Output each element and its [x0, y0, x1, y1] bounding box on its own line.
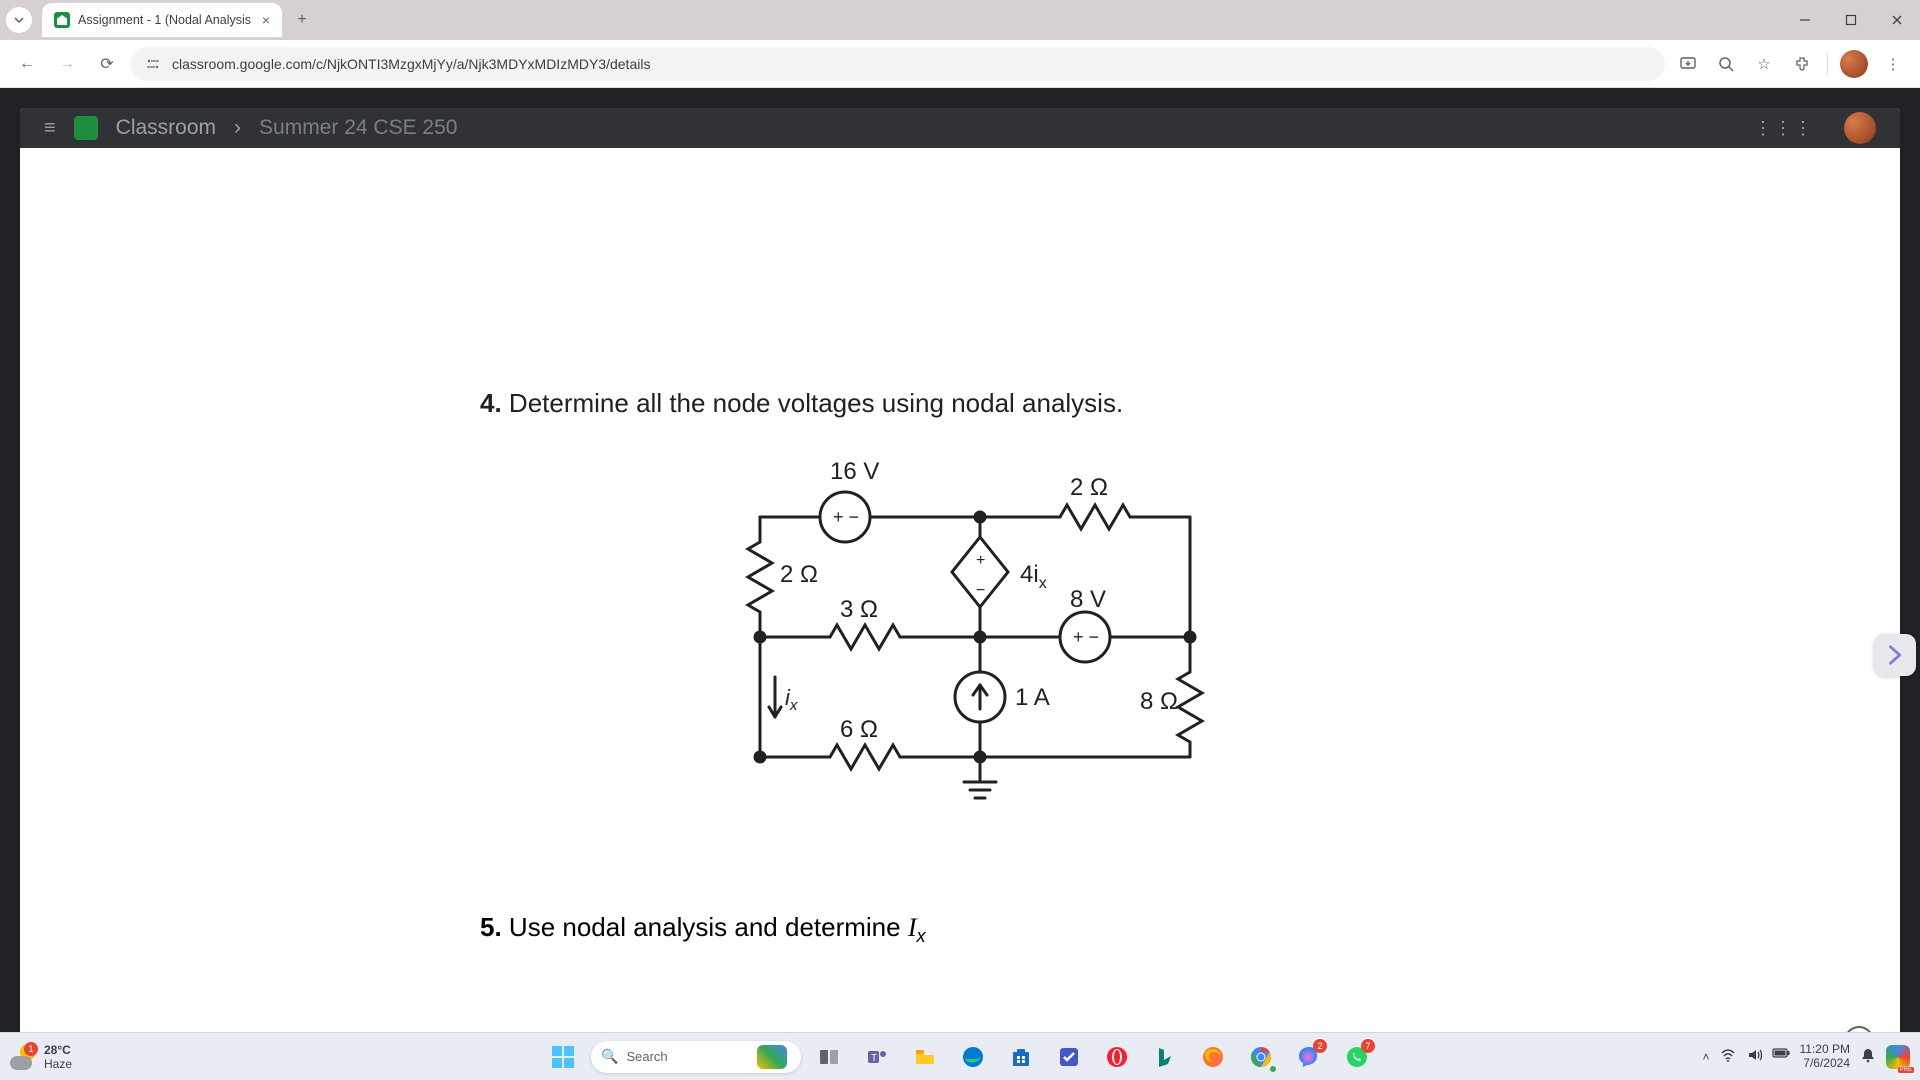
classroom-brand[interactable]: Classroom — [116, 116, 216, 140]
new-tab-button[interactable]: + — [288, 6, 316, 34]
circuit-diagram-q4: + − 16 V 2 Ω — [720, 447, 1440, 872]
search-placeholder: Search — [626, 1049, 667, 1064]
breadcrumb-sep: › — [234, 116, 241, 140]
svg-text:+: + — [976, 552, 985, 569]
account-avatar[interactable] — [1844, 112, 1876, 144]
messenger-icon[interactable]: 2 — [1289, 1037, 1329, 1077]
address-bar[interactable]: classroom.google.com/c/NjkONTI3MzgxMjYy/… — [130, 47, 1665, 81]
back-button[interactable]: ← — [10, 47, 44, 81]
side-panel-button[interactable] — [1874, 634, 1916, 676]
opera-icon[interactable] — [1097, 1037, 1137, 1077]
browser-toolbar: ← → ⟳ classroom.google.com/c/NjkONTI3Mzg… — [0, 40, 1920, 88]
svg-text:ix: ix — [785, 685, 798, 714]
minimize-button[interactable] — [1782, 0, 1828, 40]
tray-chevron-icon[interactable]: ˄ — [1703, 1050, 1710, 1064]
todo-icon[interactable] — [1049, 1037, 1089, 1077]
weather-icon: 1 — [10, 1044, 36, 1070]
taskbar-search[interactable]: 🔍 Search — [591, 1041, 801, 1073]
ms-store-icon[interactable] — [1001, 1037, 1041, 1077]
install-app-icon[interactable] — [1671, 47, 1705, 81]
bookmark-icon[interactable]: ☆ — [1747, 47, 1781, 81]
classroom-favicon — [54, 12, 70, 28]
search-icon: 🔍 — [601, 1048, 618, 1065]
edge-icon[interactable] — [953, 1037, 993, 1077]
notifications-icon[interactable] — [1860, 1047, 1876, 1066]
system-tray: ˄ 11:20 PM 7/6/2024 — [1703, 1043, 1911, 1071]
reload-button[interactable]: ⟳ — [90, 47, 124, 81]
svg-text:16 V: 16 V — [830, 458, 879, 485]
volume-icon[interactable] — [1746, 1047, 1762, 1066]
svg-text:−: − — [976, 582, 985, 599]
taskbar-weather[interactable]: 1 28°C Haze — [10, 1043, 72, 1071]
svg-text:2 Ω: 2 Ω — [1070, 474, 1108, 501]
svg-text:8 Ω: 8 Ω — [1140, 688, 1178, 715]
classroom-logo-icon — [74, 116, 98, 140]
classroom-header: ≡ Classroom › Summer 24 CSE 250 ⋮⋮⋮ — [20, 108, 1900, 148]
file-explorer-icon[interactable] — [905, 1037, 945, 1077]
tab-title: Assignment - 1 (Nodal Analysis — [78, 13, 251, 27]
tab-search-button[interactable] — [6, 7, 32, 33]
bing-icon[interactable] — [1145, 1037, 1185, 1077]
windows-taskbar: 1 28°C Haze 🔍 Search T 2 7 ˄ — [0, 1032, 1920, 1080]
svg-text:1 A: 1 A — [1015, 684, 1050, 711]
chrome-icon[interactable] — [1241, 1037, 1281, 1077]
zoom-icon[interactable] — [1709, 47, 1743, 81]
browser-tab[interactable]: Assignment - 1 (Nodal Analysis × — [42, 3, 282, 37]
start-button[interactable] — [543, 1037, 583, 1077]
tab-strip: Assignment - 1 (Nodal Analysis × + — [0, 0, 1920, 40]
maximize-button[interactable] — [1828, 0, 1874, 40]
firefox-icon[interactable] — [1193, 1037, 1233, 1077]
whatsapp-icon[interactable]: 7 — [1337, 1037, 1377, 1077]
page-viewport: ≡ Classroom › Summer 24 CSE 250 ⋮⋮⋮ 4. D… — [0, 88, 1920, 1080]
close-window-button[interactable] — [1874, 0, 1920, 40]
menu-icon[interactable]: ≡ — [44, 117, 56, 140]
taskbar-clock[interactable]: 11:20 PM 7/6/2024 — [1800, 1043, 1850, 1071]
window-controls — [1782, 0, 1920, 40]
wifi-icon[interactable] — [1720, 1047, 1736, 1066]
profile-avatar[interactable] — [1840, 50, 1868, 78]
question-5: 5. Use nodal analysis and determine Ix — [480, 912, 1440, 947]
svg-text:4ix: 4ix — [1020, 561, 1047, 592]
assignment-document[interactable]: 4. Determine all the node voltages using… — [20, 148, 1900, 1080]
teams-icon[interactable]: T — [857, 1037, 897, 1077]
site-settings-icon[interactable] — [144, 55, 162, 73]
course-name[interactable]: Summer 24 CSE 250 — [259, 116, 457, 140]
question-4: 4. Determine all the node voltages using… — [480, 388, 1440, 419]
chrome-menu-button[interactable]: ⋮ — [1876, 47, 1910, 81]
search-highlight-icon — [757, 1045, 787, 1069]
svg-text:8 V: 8 V — [1070, 586, 1106, 613]
copilot-icon[interactable] — [1886, 1045, 1910, 1069]
extensions-icon[interactable] — [1785, 47, 1819, 81]
svg-text:+ −: + − — [833, 507, 859, 527]
task-view-button[interactable] — [809, 1037, 849, 1077]
weather-desc: Haze — [44, 1057, 72, 1071]
svg-text:6 Ω: 6 Ω — [840, 716, 878, 743]
battery-icon[interactable] — [1772, 1047, 1790, 1066]
svg-text:3 Ω: 3 Ω — [840, 596, 878, 623]
google-apps-icon[interactable]: ⋮⋮⋮ — [1754, 118, 1814, 139]
tab-close-button[interactable]: × — [262, 12, 270, 28]
url-text: classroom.google.com/c/NjkONTI3MzgxMjYy/… — [172, 56, 650, 72]
svg-text:+ −: + − — [1073, 627, 1099, 647]
svg-text:T: T — [871, 1053, 877, 1064]
weather-temp: 28°C — [44, 1043, 72, 1057]
forward-button[interactable]: → — [50, 47, 84, 81]
svg-text:2 Ω: 2 Ω — [780, 561, 818, 588]
